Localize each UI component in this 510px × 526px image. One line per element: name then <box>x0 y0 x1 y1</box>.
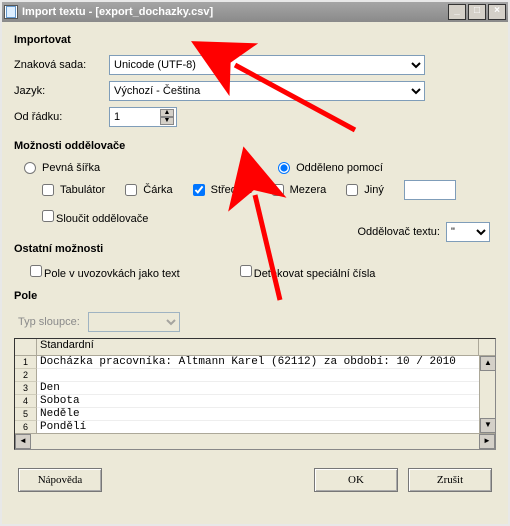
table-row[interactable]: 1Docházka pracovníka: Altmann Karel (621… <box>15 356 495 369</box>
preview-grid[interactable]: Standardní 1Docházka pracovníka: Altmann… <box>14 338 496 450</box>
data-cell: Den <box>37 382 495 395</box>
table-row[interactable]: 2 <box>15 369 495 382</box>
language-select[interactable]: Výchozí - Čeština <box>109 81 425 101</box>
scroll-up-icon[interactable]: ▲ <box>480 356 496 371</box>
data-cell: Docházka pracovníka: Altmann Karel (6211… <box>37 356 495 369</box>
column-header-standard[interactable]: Standardní <box>37 339 479 355</box>
rownum-cell: 3 <box>15 382 37 395</box>
maximize-button[interactable]: □ <box>468 4 486 20</box>
vertical-scrollbar[interactable]: ▲ ▼ <box>479 356 495 433</box>
data-cell: Pondělí <box>37 421 495 433</box>
section-fields-heading: Pole <box>14 290 496 302</box>
check-tab[interactable]: Tabulátor <box>42 184 105 196</box>
rownum-cell: 2 <box>15 369 37 382</box>
window-title: Import textu - [export_dochazky.csv] <box>22 6 213 18</box>
spin-up-icon[interactable]: ▲ <box>160 109 174 117</box>
rownum-cell: 6 <box>15 421 37 433</box>
rownum-cell: 5 <box>15 408 37 421</box>
data-cell: Sobota <box>37 395 495 408</box>
data-cell <box>37 369 495 382</box>
table-row[interactable]: 3Den <box>15 382 495 395</box>
other-delimiter-input[interactable] <box>404 180 456 200</box>
scroll-down-icon[interactable]: ▼ <box>480 418 496 433</box>
section-import-heading: Importovat <box>14 34 496 46</box>
charset-label: Znaková sada: <box>14 59 109 71</box>
check-quoted-as-text[interactable]: Pole v uvozovkách jako text <box>30 265 180 280</box>
language-label: Jazyk: <box>14 85 109 97</box>
scroll-left-icon[interactable]: ◄ <box>15 434 31 449</box>
fromrow-label: Od řádku: <box>14 111 109 123</box>
cancel-button[interactable]: Zrušit <box>408 468 492 492</box>
column-type-select <box>88 312 180 332</box>
radio-fixed-width[interactable]: Pevná šířka <box>24 162 100 174</box>
check-detect-numbers[interactable]: Detekovat speciální čísla <box>240 265 376 280</box>
charset-select[interactable]: Unicode (UTF-8) <box>109 55 425 75</box>
check-space[interactable]: Mezera <box>272 184 327 196</box>
ok-button[interactable]: OK <box>314 468 398 492</box>
section-other-heading: Ostatní možnosti <box>14 243 496 255</box>
dialog-content: Importovat Znaková sada: Unicode (UTF-8)… <box>2 22 508 524</box>
table-row[interactable]: 5Neděle <box>15 408 495 421</box>
rownum-cell: 1 <box>15 356 37 369</box>
check-comma[interactable]: Čárka <box>125 184 172 196</box>
minimize-button[interactable]: _ <box>448 4 466 20</box>
table-row[interactable]: 6Pondělí <box>15 421 495 433</box>
help-button[interactable]: Nápověda <box>18 468 102 492</box>
rownum-header <box>15 339 37 355</box>
rownum-cell: 4 <box>15 395 37 408</box>
section-separators-heading: Možnosti oddělovače <box>14 140 496 152</box>
close-button[interactable]: × <box>488 4 506 20</box>
document-icon <box>4 5 18 19</box>
titlebar: Import textu - [export_dochazky.csv] _ □… <box>2 2 508 22</box>
check-semicolon[interactable]: Středník <box>193 184 252 196</box>
fromrow-spinner[interactable]: 1 ▲ ▼ <box>109 107 177 127</box>
radio-delimited[interactable]: Odděleno pomocí <box>278 162 383 174</box>
fromrow-value: 1 <box>112 111 120 123</box>
column-type-label: Typ sloupce: <box>18 316 80 328</box>
text-delimiter-select[interactable]: " <box>446 222 490 242</box>
horizontal-scrollbar[interactable]: ◄ ► <box>15 433 495 449</box>
text-delimiter-label: Oddělovač textu: <box>357 226 440 238</box>
dialog-window: Import textu - [export_dochazky.csv] _ □… <box>0 0 510 526</box>
table-row[interactable]: 4Sobota <box>15 395 495 408</box>
check-merge-delimiters[interactable]: Sloučit oddělovače <box>42 210 148 225</box>
data-cell: Neděle <box>37 408 495 421</box>
check-other[interactable]: Jiný <box>346 184 384 196</box>
spin-down-icon[interactable]: ▼ <box>160 117 174 125</box>
scroll-right-icon[interactable]: ► <box>479 434 495 449</box>
